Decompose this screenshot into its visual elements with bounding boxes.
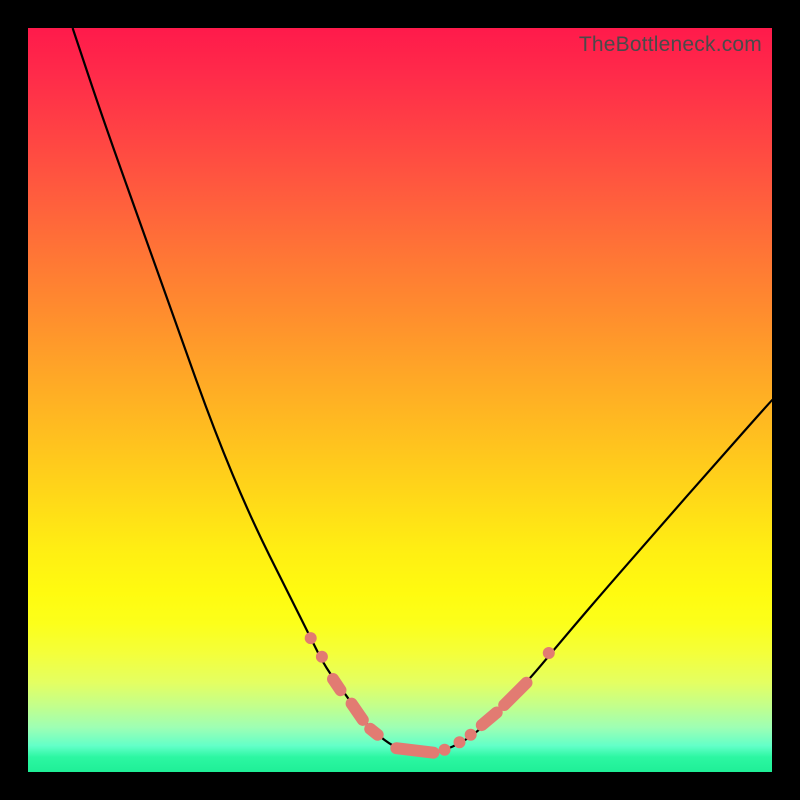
marker-group bbox=[305, 632, 555, 756]
marker-segment bbox=[352, 704, 363, 720]
marker-dot bbox=[316, 651, 328, 663]
marker-dot bbox=[454, 736, 466, 748]
marker-segment bbox=[333, 679, 341, 690]
marker-segment bbox=[396, 748, 433, 753]
marker-segment bbox=[504, 683, 526, 705]
marker-dot bbox=[543, 647, 555, 659]
marker-dot bbox=[439, 744, 451, 756]
chart-frame: TheBottleneck.com bbox=[0, 0, 800, 800]
curve-svg bbox=[28, 28, 772, 772]
marker-dot bbox=[465, 729, 477, 741]
bottleneck-curve bbox=[73, 28, 772, 753]
plot-gradient-area: TheBottleneck.com bbox=[28, 28, 772, 772]
marker-segment bbox=[370, 729, 378, 735]
marker-dot bbox=[305, 632, 317, 644]
marker-segment bbox=[482, 713, 497, 726]
watermark-text: TheBottleneck.com bbox=[579, 33, 762, 57]
